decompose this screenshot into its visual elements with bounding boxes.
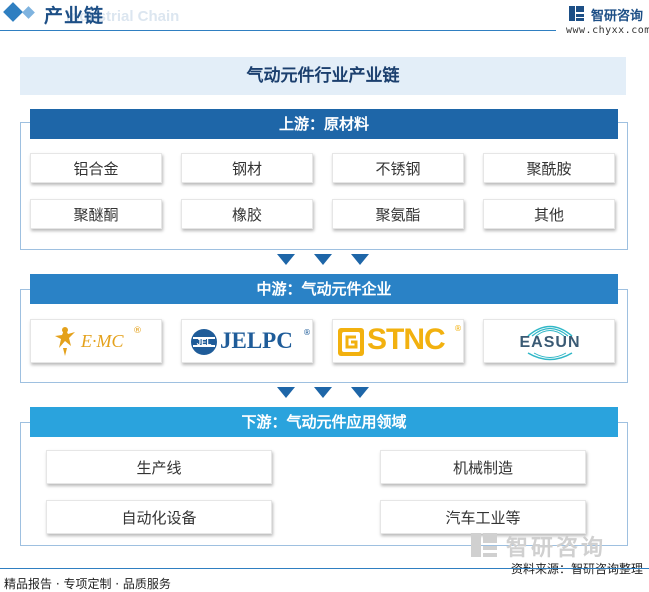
downstream-item: 汽车工业等 (380, 500, 586, 534)
upstream-item: 聚醚酮 (30, 199, 162, 229)
upstream-item: 聚酰胺 (483, 153, 615, 183)
flow-arrow-down-icon (277, 387, 295, 398)
watermark-logo-icon (471, 533, 497, 557)
downstream-item: 自动化设备 (46, 500, 272, 534)
downstream-item: 机械制造 (380, 450, 586, 484)
emc-figure-logo-icon (55, 327, 75, 356)
footer-tagline: 精品报告 · 专项定制 · 品质服务 (4, 577, 171, 591)
flow-arrow-down-icon (314, 387, 332, 398)
svg-text:JEL: JEL (197, 338, 212, 347)
midstream-header: 中游：气动元件企业 (30, 274, 618, 304)
diagram-title: 气动元件行业产业链 (20, 57, 626, 95)
upstream-item: 橡胶 (181, 199, 313, 229)
flow-arrow-down-icon (351, 254, 369, 265)
jelpc-logo-text: JELPC (220, 328, 293, 353)
emc-registered-mark: ® (133, 326, 142, 336)
easun-logo-text: EASUN (519, 334, 581, 351)
downstream-item: 生产线 (46, 450, 272, 484)
company-card-jelpc: JEL JELPC ® (181, 319, 313, 363)
watermark-text: 智研咨询 (506, 536, 607, 561)
downstream-header: 下游：气动元件应用领域 (30, 407, 618, 437)
upstream-item: 不锈钢 (332, 153, 464, 183)
stnc-registered-mark: ® (454, 324, 462, 333)
upstream-item: 聚氨酯 (332, 199, 464, 229)
upstream-item: 铝合金 (30, 153, 162, 183)
jelpc-registered-mark: ® (303, 328, 311, 337)
flow-arrow-down-icon (314, 254, 332, 265)
company-card-emc: E·MC ® (30, 319, 162, 363)
flow-arrow-down-icon (277, 254, 295, 265)
upstream-item: 钢材 (181, 153, 313, 183)
header-divider (0, 30, 556, 31)
jelpc-logo-icon: JEL (191, 329, 217, 355)
stnc-logo-icon (338, 328, 364, 356)
flow-arrow-down-icon (351, 387, 369, 398)
header-title: 产业链 (44, 5, 105, 27)
upstream-item: 其他 (483, 199, 615, 229)
footer-divider (0, 568, 649, 569)
company-card-easun: EASUN (483, 319, 615, 363)
chyxx-logo-icon (569, 6, 584, 21)
emc-logo-text: E·MC (81, 331, 124, 351)
logo-name: 智研咨询 (591, 9, 644, 24)
company-card-stnc: STNC ® (332, 319, 464, 363)
logo-url: www.chyxx.com (566, 25, 649, 36)
upstream-header: 上游：原材料 (30, 109, 618, 139)
header-diamond-small-icon (22, 6, 35, 19)
upstream-frame (20, 122, 628, 250)
easun-logo-lower-icon (527, 352, 573, 361)
header-diamond-icon (3, 2, 23, 22)
stnc-logo-text: STNC (367, 323, 446, 356)
